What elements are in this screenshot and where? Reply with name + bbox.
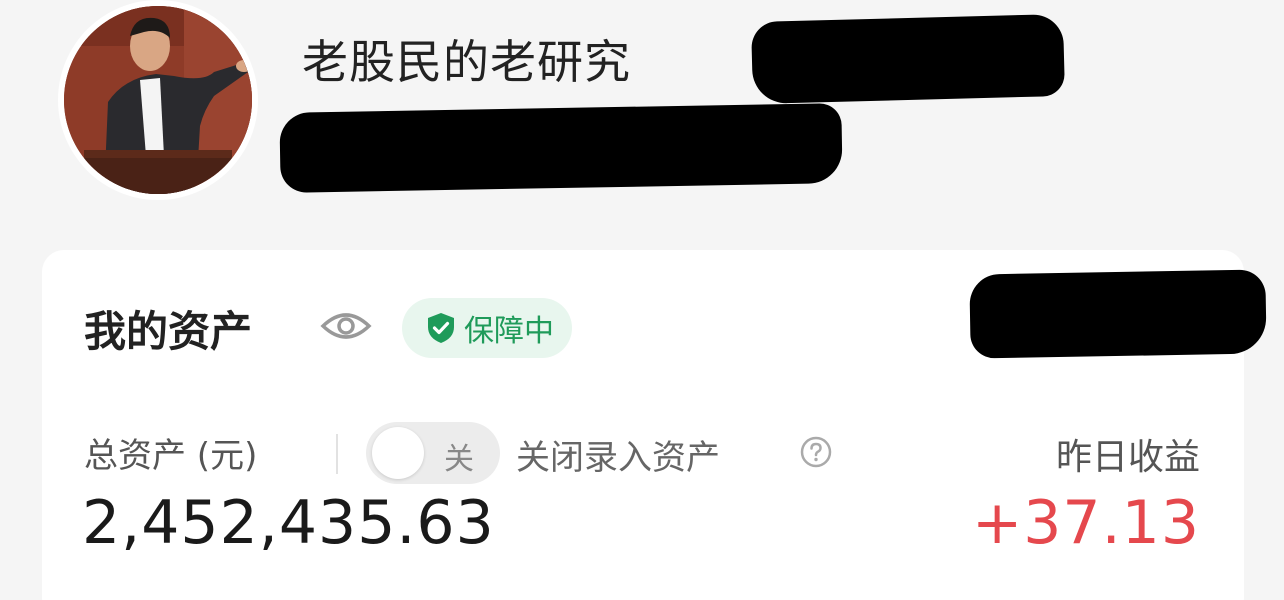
page: 老股民的老研究 我的资产 保障中 总资产 (元) 关 关闭录入资产 昨日收益 2… <box>0 0 1284 600</box>
redaction-mark <box>969 269 1267 359</box>
close-entry-label: 关闭录入资产 <box>516 438 720 478</box>
protection-badge[interactable]: 保障中 <box>402 298 572 358</box>
yesterday-earnings-label: 昨日收益 <box>1055 437 1200 478</box>
divider <box>336 434 338 474</box>
toggle-state-label: 关 <box>444 442 474 477</box>
avatar[interactable] <box>58 0 258 200</box>
avatar-photo <box>64 6 252 194</box>
card-title: 我的资产 <box>84 307 253 356</box>
redaction-mark <box>279 103 843 193</box>
total-assets-label: 总资产 (元) <box>84 436 258 476</box>
asset-card: 我的资产 保障中 总资产 (元) 关 关闭录入资产 昨日收益 2,452,435… <box>42 250 1267 600</box>
total-assets-value: 2,452,435.63 <box>82 488 495 558</box>
shield-check-icon <box>428 313 454 343</box>
eye-icon[interactable] <box>320 308 372 344</box>
redaction-mark <box>750 13 1066 105</box>
asset-entry-toggle[interactable]: 关 <box>366 422 500 484</box>
badge-label: 保障中 <box>464 314 554 349</box>
yesterday-earnings-value: +37.13 <box>971 488 1200 558</box>
question-circle-icon[interactable] <box>800 436 832 468</box>
toggle-knob <box>372 427 424 479</box>
username: 老股民的老研究 <box>302 35 631 89</box>
